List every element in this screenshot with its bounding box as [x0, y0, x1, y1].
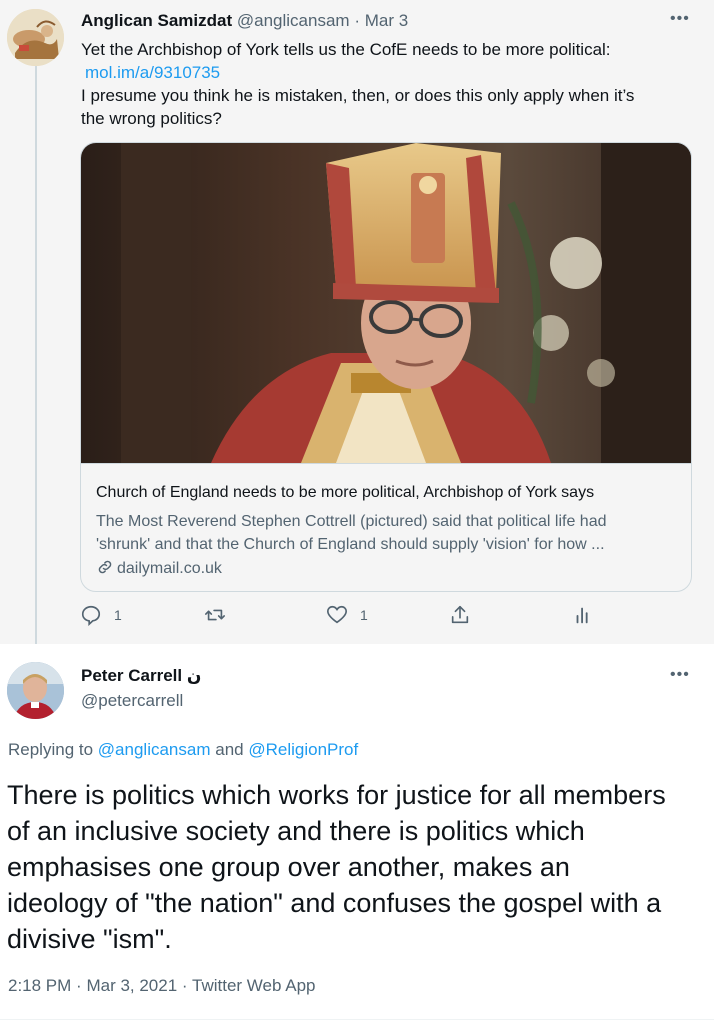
more-horizontal-icon[interactable]: ••• [670, 10, 690, 28]
analytics-button[interactable] [572, 604, 594, 626]
card-domain[interactable]: dailymail.co.uk [96, 558, 222, 578]
quoted-tweet[interactable]: Anglican Samizdat @anglicansam · Mar 3 •… [0, 0, 714, 656]
card-description: The Most Reverend Stephen Cottrell (pict… [96, 510, 681, 556]
card-title[interactable]: Church of England needs to be more polit… [96, 484, 594, 502]
analytics-icon [576, 607, 588, 624]
retweet-icon [205, 609, 225, 621]
main-tweet: Peter Carrell ن @petercarrell ••• Replyi… [0, 644, 714, 1024]
tweet-text-line: I presume you think he is mistaken, then… [81, 86, 635, 105]
card-body[interactable]: Church of England needs to be more polit… [81, 463, 691, 591]
thread-connector-line [35, 66, 37, 656]
tweet-text-line: divisive "ism". [7, 924, 172, 954]
divider [0, 1019, 714, 1020]
link-preview-card[interactable]: Church of England needs to be more polit… [80, 142, 692, 592]
author-name[interactable]: Anglican Samizdat [81, 11, 232, 30]
share-icon [451, 605, 469, 624]
tweet-text-line: ideology of "the nation" and confuses th… [7, 888, 662, 918]
more-horizontal-icon[interactable]: ••• [670, 666, 690, 684]
tweet-source[interactable]: Twitter Web App [192, 976, 315, 995]
reply-button[interactable]: 1 [80, 604, 122, 626]
heart-icon [327, 605, 347, 624]
avatar-anglican-samizdat[interactable] [7, 9, 64, 66]
meta-separator: · [76, 976, 82, 995]
card-description-line: 'shrunk' and that the Church of England … [96, 536, 605, 553]
reply-count: 1 [114, 607, 122, 623]
tweet-actions-bar: 1 1 [0, 604, 714, 636]
avatar-peter-carrell[interactable] [7, 662, 64, 719]
quoted-tweet-header: Anglican Samizdat @anglicansam · Mar 3 [81, 11, 408, 31]
card-image-archbishop[interactable] [81, 143, 691, 463]
author-handle[interactable]: @anglicansam [237, 11, 350, 30]
link-icon [98, 560, 112, 574]
card-description-line: The Most Reverend Stephen Cottrell (pict… [96, 513, 607, 530]
tweet-date[interactable]: Mar 3 [365, 11, 408, 30]
share-button[interactable] [449, 604, 471, 626]
tweet-text-line: There is politics which works for justic… [7, 780, 666, 810]
author-name-badge: ن [186, 666, 202, 685]
quoted-tweet-text: Yet the Archbishop of York tells us the … [81, 38, 691, 130]
mention-link[interactable]: @ReligionProf [248, 740, 358, 759]
tweet-date[interactable]: Mar 3, 2021 [86, 976, 177, 995]
header-separator: · [354, 11, 360, 30]
like-count: 1 [360, 607, 368, 623]
retweet-button[interactable] [203, 604, 239, 626]
author-name[interactable]: Peter Carrell [81, 666, 182, 685]
tweet-meta: 2:18 PM · Mar 3, 2021 · Twitter Web App [8, 976, 315, 996]
tweet-text-line: of an inclusive society and there is pol… [7, 816, 585, 846]
tweet-text-line: emphasises one group over another, makes… [7, 852, 570, 882]
like-button[interactable]: 1 [326, 604, 368, 626]
replying-conjunction: and [215, 740, 244, 759]
reply-icon [81, 605, 101, 626]
replying-to: Replying to @anglicansam and @ReligionPr… [8, 740, 358, 760]
author-handle[interactable]: @petercarrell [81, 691, 183, 711]
meta-separator: · [181, 976, 188, 995]
tweet-time[interactable]: 2:18 PM [8, 976, 71, 995]
replying-prefix: Replying to [8, 740, 94, 759]
author-name-row[interactable]: Peter Carrell ن [81, 666, 201, 686]
mention-link[interactable]: @anglicansam [98, 740, 211, 759]
main-tweet-text: There is politics which works for justic… [7, 777, 707, 957]
tweet-text-line: Yet the Archbishop of York tells us the … [81, 40, 611, 59]
tweet-link[interactable]: mol.im/a/9310735 [81, 61, 691, 84]
tweet-text-line: the wrong politics? [81, 109, 222, 128]
card-domain-text: dailymail.co.uk [117, 560, 222, 577]
